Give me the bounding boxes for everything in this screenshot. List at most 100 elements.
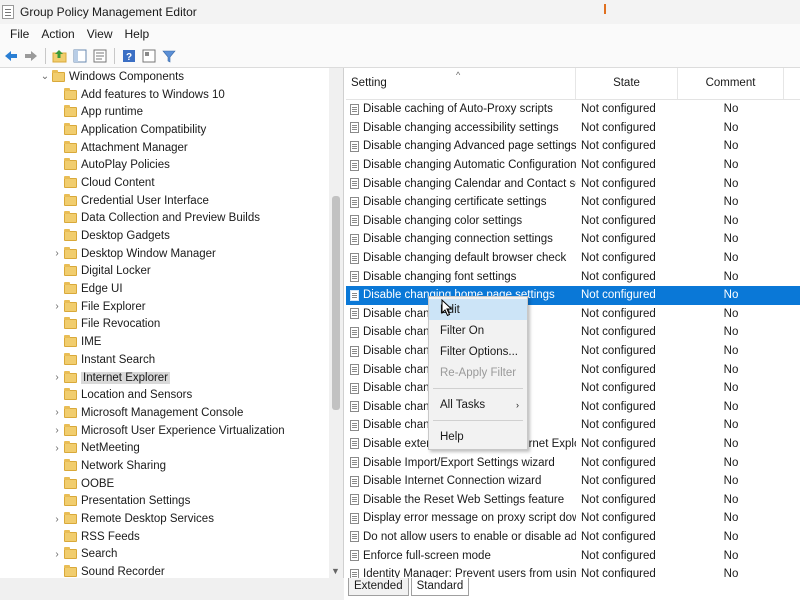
tree-item-label: Location and Sensors — [81, 389, 193, 402]
setting-row[interactable]: Disable external branding of Internet Ex… — [346, 435, 800, 454]
tree-item-label: Search — [81, 548, 118, 561]
forward-arrow-icon[interactable] — [22, 47, 40, 65]
tree-item[interactable]: Network Sharing — [0, 457, 343, 475]
setting-row[interactable]: Disable Import/Export Settings wizard Not… — [346, 453, 800, 472]
tree-item[interactable]: › Remote Desktop Services — [0, 510, 343, 528]
chevron-right-icon[interactable]: › — [52, 443, 62, 454]
tree-item[interactable]: OOBE — [0, 475, 343, 493]
folder-icon — [64, 458, 77, 471]
setting-row[interactable]: Disable changing accessibility settings N… — [346, 119, 800, 138]
tab-extended[interactable]: Extended — [348, 578, 409, 596]
tree-item[interactable]: RSS Feeds — [0, 528, 343, 546]
setting-row[interactable]: Enforce full-screen mode Not configured No — [346, 546, 800, 565]
tree-item[interactable]: Instant Search — [0, 351, 343, 369]
tree-item[interactable]: IME — [0, 333, 343, 351]
help-icon[interactable]: ? — [120, 47, 138, 65]
show-hide-tree-icon[interactable] — [71, 47, 89, 65]
menu-action[interactable]: Action — [35, 27, 80, 41]
menu-help[interactable]: Help — [119, 27, 156, 41]
setting-row[interactable]: Disable changing Not configured No — [346, 379, 800, 398]
context-menu-item-filter-on[interactable]: Filter On — [429, 320, 527, 341]
tree-item[interactable]: Application Compatibility — [0, 121, 343, 139]
folder-icon — [64, 405, 77, 418]
tab-standard[interactable]: Standard — [410, 578, 470, 596]
setting-row[interactable]: Disable changing Not configured No — [346, 416, 800, 435]
column-state[interactable]: State — [576, 68, 678, 99]
setting-row[interactable]: Disable caching of Auto-Proxy scripts Not… — [346, 100, 800, 119]
tree-item[interactable]: › Internet Explorer — [0, 369, 343, 387]
setting-row[interactable]: Disable changing font settings Not config… — [346, 267, 800, 286]
tree-item[interactable]: › Microsoft User Experience Virtualizatio… — [0, 422, 343, 440]
setting-row[interactable]: Disable changing default browser check No… — [346, 249, 800, 268]
scrollbar-thumb[interactable] — [332, 196, 340, 410]
setting-row[interactable]: Do not allow users to enable or disable … — [346, 528, 800, 547]
tree-item[interactable]: › Search — [0, 546, 343, 564]
setting-row[interactable]: Identity Manager: Prevent users from usi… — [346, 565, 800, 578]
setting-row[interactable]: Disable changing color settings Not confi… — [346, 212, 800, 231]
setting-row[interactable]: Disable changing certificate settings Not… — [346, 193, 800, 212]
properties-icon[interactable] — [91, 47, 109, 65]
column-setting[interactable]: Setting — [346, 68, 576, 99]
chevron-right-icon[interactable]: › — [52, 514, 62, 525]
tree-item-label: Microsoft User Experience Virtualization — [81, 424, 285, 437]
context-menu-item-all-tasks[interactable]: All Tasks › — [429, 394, 527, 415]
chevron-right-icon[interactable]: › — [52, 549, 62, 560]
policy-setting-icon — [350, 512, 359, 524]
tree-item[interactable]: Sound Recorder — [0, 563, 343, 578]
chevron-right-icon[interactable]: › — [52, 372, 62, 383]
tree-item[interactable]: App runtime — [0, 103, 343, 121]
chevron-right-icon[interactable]: › — [52, 425, 62, 436]
menu-file[interactable]: File — [4, 27, 35, 41]
scroll-down-icon[interactable]: ▼ — [331, 566, 340, 576]
tree-item[interactable]: AutoPlay Policies — [0, 156, 343, 174]
column-comment[interactable]: Comment — [678, 68, 784, 99]
chevron-right-icon[interactable]: › — [52, 248, 62, 259]
tree-item[interactable]: › Desktop Window Manager — [0, 245, 343, 263]
tree-item[interactable]: Desktop Gadgets — [0, 227, 343, 245]
tree-item[interactable]: Data Collection and Preview Builds — [0, 210, 343, 228]
tree-item-windows-components[interactable]: ⌄ Windows Components — [0, 68, 343, 86]
setting-row[interactable]: Disable the Reset Web Settings feature No… — [346, 490, 800, 509]
tree-item-label: Remote Desktop Services — [81, 513, 214, 526]
tree-item[interactable]: Attachment Manager — [0, 139, 343, 157]
filter-icon[interactable] — [160, 47, 178, 65]
tree-scrollbar[interactable]: ▼ — [329, 68, 343, 578]
tree-item[interactable]: › NetMeeting — [0, 439, 343, 457]
setting-row[interactable]: Disable changing Not configured No — [346, 342, 800, 361]
tree-item[interactable]: Credential User Interface — [0, 192, 343, 210]
tree-item[interactable]: › Microsoft Management Console — [0, 404, 343, 422]
setting-row[interactable]: Display error message on proxy script do… — [346, 509, 800, 528]
setting-row[interactable]: Disable changing Not configured No — [346, 305, 800, 324]
setting-name: Disable changing font settings — [363, 270, 517, 283]
tree-item[interactable]: File Revocation — [0, 316, 343, 334]
chevron-right-icon[interactable]: › — [52, 407, 62, 418]
setting-row[interactable]: Disable changing Calendar and Contact se… — [346, 174, 800, 193]
setting-row[interactable]: Disable changing connection settings Not … — [346, 230, 800, 249]
tree-item[interactable]: › File Explorer — [0, 298, 343, 316]
setting-row[interactable]: Disable changing Not configured No — [346, 323, 800, 342]
setting-comment: No — [723, 252, 739, 265]
context-menu-item-filter-options[interactable]: Filter Options... — [429, 341, 527, 362]
context-menu-item-help[interactable]: Help — [429, 426, 527, 447]
chevron-right-icon[interactable]: › — [52, 301, 62, 312]
folder-icon — [64, 512, 77, 525]
setting-row[interactable]: Disable changing Not configured No — [346, 360, 800, 379]
chevron-down-icon[interactable]: ⌄ — [40, 71, 50, 82]
setting-row[interactable]: Disable Internet Connection wizard Not co… — [346, 472, 800, 491]
setting-row[interactable]: Disable changing Automatic Configuration… — [346, 156, 800, 175]
tree-item[interactable]: Add features to Windows 10 — [0, 86, 343, 104]
setting-row[interactable]: Disable changing Advanced page settings N… — [346, 137, 800, 156]
menu-view[interactable]: View — [81, 27, 119, 41]
back-arrow-icon[interactable] — [2, 47, 20, 65]
tree-item[interactable]: Edge UI — [0, 280, 343, 298]
tree-item[interactable]: Cloud Content — [0, 174, 343, 192]
view-icon[interactable] — [140, 47, 158, 65]
tree-bottom-strip — [0, 578, 344, 600]
setting-row[interactable]: Disable changing Not configured No — [346, 398, 800, 417]
setting-row[interactable]: Disable changing home page settingsNot c… — [346, 285, 800, 305]
tree-item[interactable]: Location and Sensors — [0, 386, 343, 404]
up-folder-icon[interactable] — [51, 47, 69, 65]
tree-item[interactable]: Presentation Settings — [0, 493, 343, 511]
tree-item[interactable]: Digital Locker — [0, 263, 343, 281]
policy-setting-icon — [350, 419, 359, 431]
